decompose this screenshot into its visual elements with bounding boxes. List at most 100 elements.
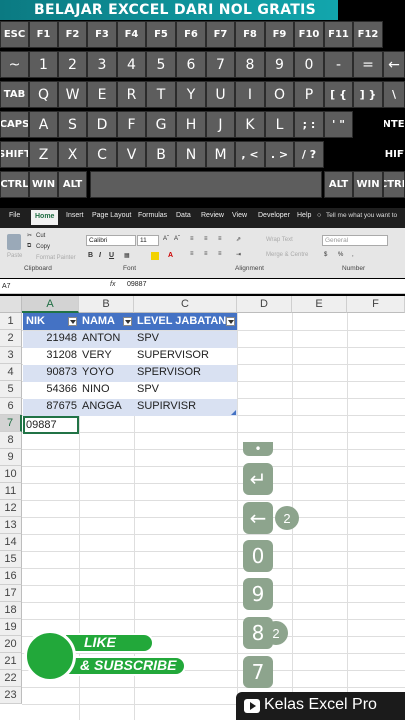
tab-help[interactable]: Help bbox=[297, 212, 311, 219]
currency-icon[interactable]: $ bbox=[324, 252, 327, 258]
table-header-nik[interactable]: NIK bbox=[23, 313, 79, 330]
key-3[interactable]: 3 bbox=[87, 51, 117, 78]
row-header[interactable]: 16 bbox=[0, 568, 22, 585]
italic-button[interactable]: I bbox=[99, 252, 101, 259]
tab-page-layout[interactable]: Page Layout bbox=[92, 212, 131, 219]
key-6[interactable]: 6 bbox=[176, 51, 206, 78]
tab-home[interactable]: Home bbox=[31, 210, 59, 225]
table-cell[interactable]: SPERVISOR bbox=[137, 364, 237, 381]
key-l[interactable]: L bbox=[265, 111, 294, 138]
key-4[interactable]: 4 bbox=[117, 51, 146, 78]
key-enter[interactable]: ENTER bbox=[383, 111, 405, 138]
key-slash[interactable]: / ? bbox=[294, 141, 324, 168]
key-minus[interactable]: - bbox=[324, 51, 353, 78]
key-j[interactable]: J bbox=[206, 111, 235, 138]
key-u[interactable]: U bbox=[206, 81, 235, 108]
key-f1[interactable]: F1 bbox=[29, 21, 58, 48]
key-z[interactable]: Z bbox=[29, 141, 58, 168]
key-s[interactable]: S bbox=[58, 111, 87, 138]
select-all-corner[interactable] bbox=[0, 296, 22, 313]
key-2[interactable]: 2 bbox=[58, 51, 87, 78]
col-header-c[interactable]: C bbox=[134, 296, 237, 313]
key-v[interactable]: V bbox=[117, 141, 146, 168]
tab-formulas[interactable]: Formulas bbox=[138, 212, 167, 219]
key-5[interactable]: 5 bbox=[146, 51, 176, 78]
key-h[interactable]: H bbox=[176, 111, 206, 138]
table-cell[interactable]: SUPIRVISR bbox=[137, 398, 237, 415]
wrap-text-button[interactable]: Wrap Text bbox=[266, 237, 293, 243]
merge-center-button[interactable]: Merge & Centre bbox=[266, 252, 308, 258]
key-f9[interactable]: F9 bbox=[265, 21, 294, 48]
row-header[interactable]: 23 bbox=[0, 687, 22, 704]
row-header[interactable]: 13 bbox=[0, 517, 22, 534]
key-o[interactable]: O bbox=[265, 81, 294, 108]
table-cell[interactable]: SPV bbox=[137, 381, 237, 398]
table-header-nama[interactable]: NAMA bbox=[79, 313, 134, 330]
table-cell[interactable]: 87675 bbox=[23, 398, 77, 415]
key-x[interactable]: X bbox=[58, 141, 87, 168]
table-cell[interactable]: VERY bbox=[82, 347, 134, 364]
paste-icon[interactable] bbox=[7, 234, 21, 250]
key-win-left[interactable]: WIN bbox=[29, 171, 58, 198]
key-9[interactable]: 9 bbox=[265, 51, 294, 78]
key-p[interactable]: P bbox=[294, 81, 324, 108]
tab-file[interactable]: File bbox=[9, 212, 20, 219]
key-quote[interactable]: ' " bbox=[324, 111, 353, 138]
key-alt-right[interactable]: ALT bbox=[324, 171, 353, 198]
row-header[interactable]: 2 bbox=[0, 330, 22, 347]
table-cell[interactable]: 31208 bbox=[23, 347, 77, 364]
paste-label[interactable]: Paste bbox=[7, 253, 22, 259]
key-m[interactable]: M bbox=[206, 141, 235, 168]
key-tab[interactable]: TAB bbox=[0, 81, 29, 108]
col-header-e[interactable]: E bbox=[292, 296, 347, 313]
key-y[interactable]: Y bbox=[176, 81, 206, 108]
row-header[interactable]: 9 bbox=[0, 449, 22, 466]
row-header[interactable]: 20 bbox=[0, 636, 22, 653]
key-semicolon[interactable]: ; : bbox=[294, 111, 324, 138]
key-shift-left[interactable]: SHIFT bbox=[0, 141, 29, 168]
key-7[interactable]: 7 bbox=[206, 51, 235, 78]
key-backspace[interactable]: ← bbox=[383, 51, 405, 78]
filter-dropdown-icon[interactable] bbox=[226, 317, 235, 326]
filter-dropdown-icon[interactable] bbox=[68, 317, 77, 326]
font-color-icon[interactable]: A bbox=[168, 252, 173, 259]
key-i[interactable]: I bbox=[235, 81, 265, 108]
key-q[interactable]: Q bbox=[29, 81, 58, 108]
key-backslash[interactable]: \ bbox=[383, 81, 405, 108]
indent-icon[interactable]: ⇥ bbox=[236, 251, 241, 258]
row-header[interactable]: 17 bbox=[0, 585, 22, 602]
key-w[interactable]: W bbox=[58, 81, 87, 108]
key-f10[interactable]: F10 bbox=[294, 21, 324, 48]
row-header[interactable]: 1 bbox=[0, 313, 22, 330]
col-header-b[interactable]: B bbox=[79, 296, 134, 313]
key-alt-left[interactable]: ALT bbox=[58, 171, 87, 198]
tell-me-input[interactable]: Tell me what you want to bbox=[326, 212, 397, 219]
row-header[interactable]: 15 bbox=[0, 551, 22, 568]
key-0[interactable]: 0 bbox=[294, 51, 324, 78]
key-f12[interactable]: F12 bbox=[353, 21, 383, 48]
align-right-icon[interactable]: ≡ bbox=[218, 251, 222, 257]
key-close-bracket[interactable]: ] } bbox=[353, 81, 383, 108]
key-f[interactable]: F bbox=[117, 111, 146, 138]
row-header[interactable]: 4 bbox=[0, 364, 22, 381]
key-f6[interactable]: F6 bbox=[176, 21, 206, 48]
key-b[interactable]: B bbox=[146, 141, 176, 168]
key-ctrl-left[interactable]: CTRL bbox=[0, 171, 29, 198]
format-painter-button[interactable]: Format Painter bbox=[36, 255, 76, 261]
col-header-d[interactable]: D bbox=[237, 296, 292, 313]
row-header[interactable]: 8 bbox=[0, 432, 22, 449]
row-header[interactable]: 7 bbox=[0, 415, 22, 432]
key-t[interactable]: T bbox=[146, 81, 176, 108]
comma-style-icon[interactable]: , bbox=[352, 252, 354, 258]
font-name-select[interactable]: Calibri bbox=[86, 235, 136, 246]
align-bottom-icon[interactable]: ≡ bbox=[218, 236, 222, 242]
fx-icon[interactable]: fx bbox=[110, 281, 115, 288]
fill-color-icon[interactable] bbox=[151, 252, 159, 260]
align-top-icon[interactable]: ≡ bbox=[190, 236, 194, 242]
table-cell[interactable]: 54366 bbox=[23, 381, 77, 398]
key-caps[interactable]: CAPS bbox=[0, 111, 29, 138]
key-esc[interactable]: ESC bbox=[0, 21, 29, 48]
key-ctrl-right[interactable]: CTRL bbox=[383, 171, 405, 198]
row-header[interactable]: 5 bbox=[0, 381, 22, 398]
table-cell[interactable]: 21948 bbox=[23, 330, 77, 347]
